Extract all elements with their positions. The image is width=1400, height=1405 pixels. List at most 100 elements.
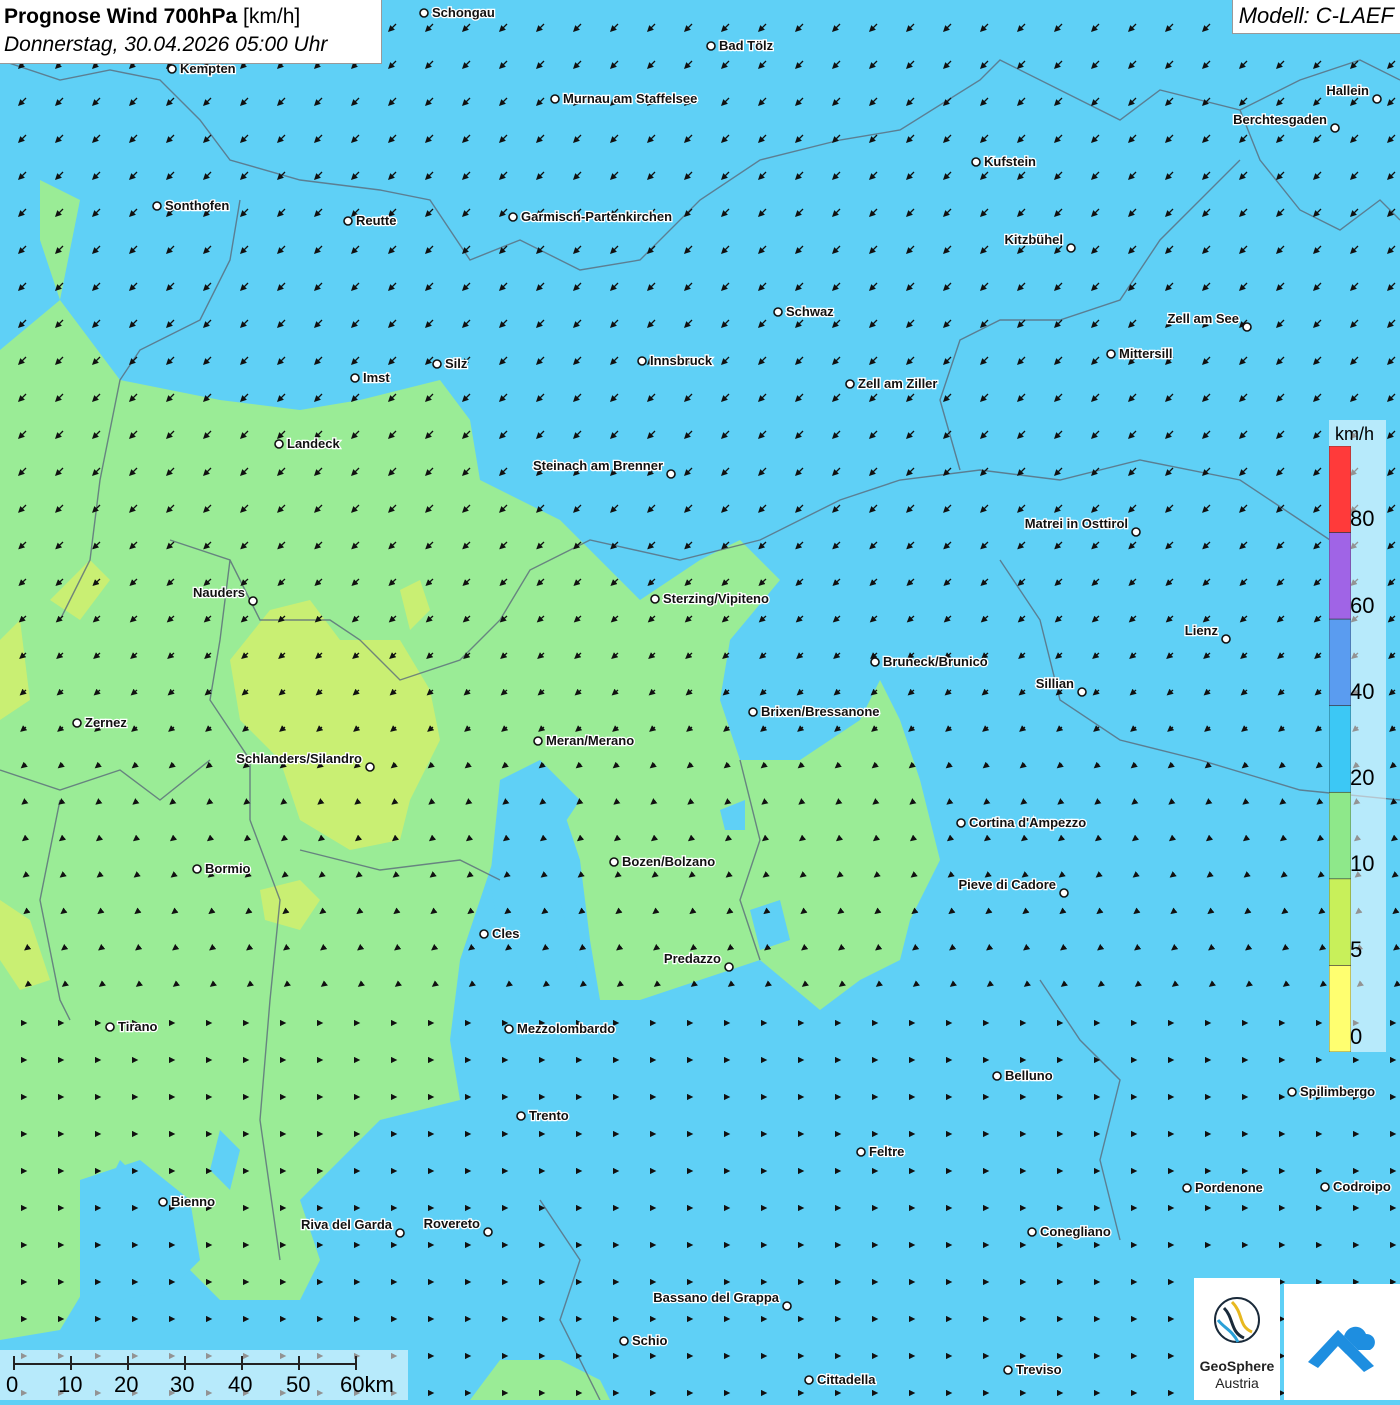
wind-arrow bbox=[395, 949, 396, 950]
city-label: Trento bbox=[529, 1108, 569, 1123]
city-marker[interactable]: Mezzolombardo bbox=[505, 1021, 615, 1036]
city-marker[interactable]: Meran/Merano bbox=[534, 733, 634, 748]
city-label: Zell am Ziller bbox=[858, 376, 937, 391]
city-marker[interactable]: Pordenone bbox=[1183, 1180, 1263, 1195]
city-dot bbox=[534, 737, 542, 745]
wind-arrow bbox=[913, 949, 914, 950]
wind-arrow bbox=[802, 949, 803, 950]
city-marker[interactable]: Schongau bbox=[420, 5, 495, 20]
city-dot bbox=[667, 470, 675, 478]
wind-arrow bbox=[284, 949, 285, 950]
city-dot bbox=[73, 719, 81, 727]
city-dot bbox=[351, 374, 359, 382]
map-title-panel: Prognose Wind 700hPa [km/h] Donnerstag, … bbox=[0, 0, 382, 64]
logo-name: GeoSphere bbox=[1194, 1358, 1280, 1374]
city-dot bbox=[1132, 528, 1140, 536]
city-marker[interactable]: Bozen/Bolzano bbox=[610, 854, 715, 869]
cloud-chevron-icon bbox=[1284, 1284, 1400, 1400]
city-label: Kitzbühel bbox=[1005, 232, 1064, 247]
city-label: Silz bbox=[445, 356, 468, 371]
city-label: Sonthofen bbox=[165, 198, 229, 213]
wind-arrow bbox=[1209, 949, 1210, 950]
city-dot bbox=[957, 819, 965, 827]
wind-arrow bbox=[691, 949, 692, 950]
wind-arrow bbox=[1024, 949, 1025, 950]
city-dot bbox=[972, 158, 980, 166]
wind-arrow bbox=[1135, 949, 1136, 950]
wind-arrow bbox=[1283, 949, 1284, 950]
city-marker[interactable]: Zell am Ziller bbox=[846, 376, 937, 391]
city-label: Hallein bbox=[1326, 83, 1369, 98]
legend-label: 20 bbox=[1350, 765, 1374, 791]
city-marker[interactable]: Sterzing/Vipiteno bbox=[651, 591, 769, 606]
legend-swatch bbox=[1329, 965, 1351, 1052]
wind-arrow bbox=[99, 949, 100, 950]
city-dot bbox=[1107, 350, 1115, 358]
scale-label: 0 bbox=[6, 1372, 18, 1398]
city-label: Reutte bbox=[356, 213, 396, 228]
city-dot bbox=[857, 1148, 865, 1156]
wind-arrow bbox=[728, 949, 729, 950]
scale-label: 60km bbox=[340, 1372, 394, 1398]
city-label: Bozen/Bolzano bbox=[622, 854, 715, 869]
brand-emblem bbox=[1284, 1284, 1400, 1400]
wind-arrow bbox=[321, 949, 322, 950]
city-label: Bad Tölz bbox=[719, 38, 774, 53]
wind-arrow bbox=[210, 949, 211, 950]
wind-arrow bbox=[617, 949, 618, 950]
city-dot bbox=[551, 95, 559, 103]
scale-label: 30 bbox=[170, 1372, 194, 1398]
city-dot bbox=[1078, 688, 1086, 696]
city-dot bbox=[1028, 1228, 1036, 1236]
city-marker[interactable]: Sonthofen bbox=[153, 198, 229, 213]
legend-label: 0 bbox=[1350, 1024, 1362, 1050]
scale-label: 50 bbox=[286, 1372, 310, 1398]
city-dot bbox=[159, 1198, 167, 1206]
legend-label: 40 bbox=[1350, 679, 1374, 705]
city-marker[interactable]: Conegliano bbox=[1028, 1224, 1111, 1239]
city-label: Codroipo bbox=[1333, 1179, 1391, 1194]
wind-arrow bbox=[25, 949, 26, 950]
city-label: Conegliano bbox=[1040, 1224, 1111, 1239]
legend-label: 60 bbox=[1350, 593, 1374, 619]
city-marker[interactable]: Innsbruck bbox=[638, 353, 713, 368]
scale-bar-ticks bbox=[0, 1352, 408, 1372]
city-marker[interactable]: Murnau am Staffelsee bbox=[551, 91, 697, 106]
city-dot bbox=[871, 658, 879, 666]
city-marker[interactable]: Cortina d'Ampezzo bbox=[957, 815, 1086, 830]
city-label: Berchtesgaden bbox=[1233, 112, 1327, 127]
legend-swatch bbox=[1329, 879, 1351, 966]
city-label: Rovereto bbox=[424, 1216, 480, 1231]
legend-label: 10 bbox=[1350, 851, 1374, 877]
city-label: Belluno bbox=[1005, 1068, 1053, 1083]
city-dot bbox=[774, 308, 782, 316]
city-label: Bruneck/Brunico bbox=[883, 654, 988, 669]
wind-arrow bbox=[765, 949, 766, 950]
city-dot bbox=[275, 440, 283, 448]
wind-map[interactable]: SchongauKemptenBad TölzMurnau am Staffel… bbox=[0, 0, 1400, 1400]
city-dot bbox=[805, 1376, 813, 1384]
city-dot bbox=[1222, 635, 1230, 643]
city-label: Cortina d'Ampezzo bbox=[969, 815, 1086, 830]
city-dot bbox=[993, 1072, 1001, 1080]
city-marker[interactable]: Brixen/Bressanone bbox=[749, 704, 880, 719]
city-marker[interactable]: Bruneck/Brunico bbox=[871, 654, 988, 669]
city-dot bbox=[153, 202, 161, 210]
city-dot bbox=[610, 858, 618, 866]
wind-arrow bbox=[1394, 949, 1395, 950]
city-dot bbox=[420, 9, 428, 17]
city-dot bbox=[1004, 1366, 1012, 1374]
city-marker[interactable]: Spilimbergo bbox=[1288, 1084, 1375, 1099]
city-marker[interactable]: Garmisch-Partenkirchen bbox=[509, 209, 672, 224]
legend-swatch bbox=[1329, 446, 1351, 533]
city-label: Mittersill bbox=[1119, 346, 1172, 361]
wind-arrow bbox=[173, 949, 174, 950]
city-label: Matrei in Osttirol bbox=[1025, 516, 1128, 531]
legend-swatch bbox=[1329, 533, 1351, 620]
city-dot bbox=[396, 1229, 404, 1237]
city-label: Schwaz bbox=[786, 304, 834, 319]
city-dot bbox=[106, 1023, 114, 1031]
wind-arrow bbox=[136, 949, 137, 950]
legend-swatch bbox=[1329, 706, 1351, 793]
city-dot bbox=[1331, 124, 1339, 132]
